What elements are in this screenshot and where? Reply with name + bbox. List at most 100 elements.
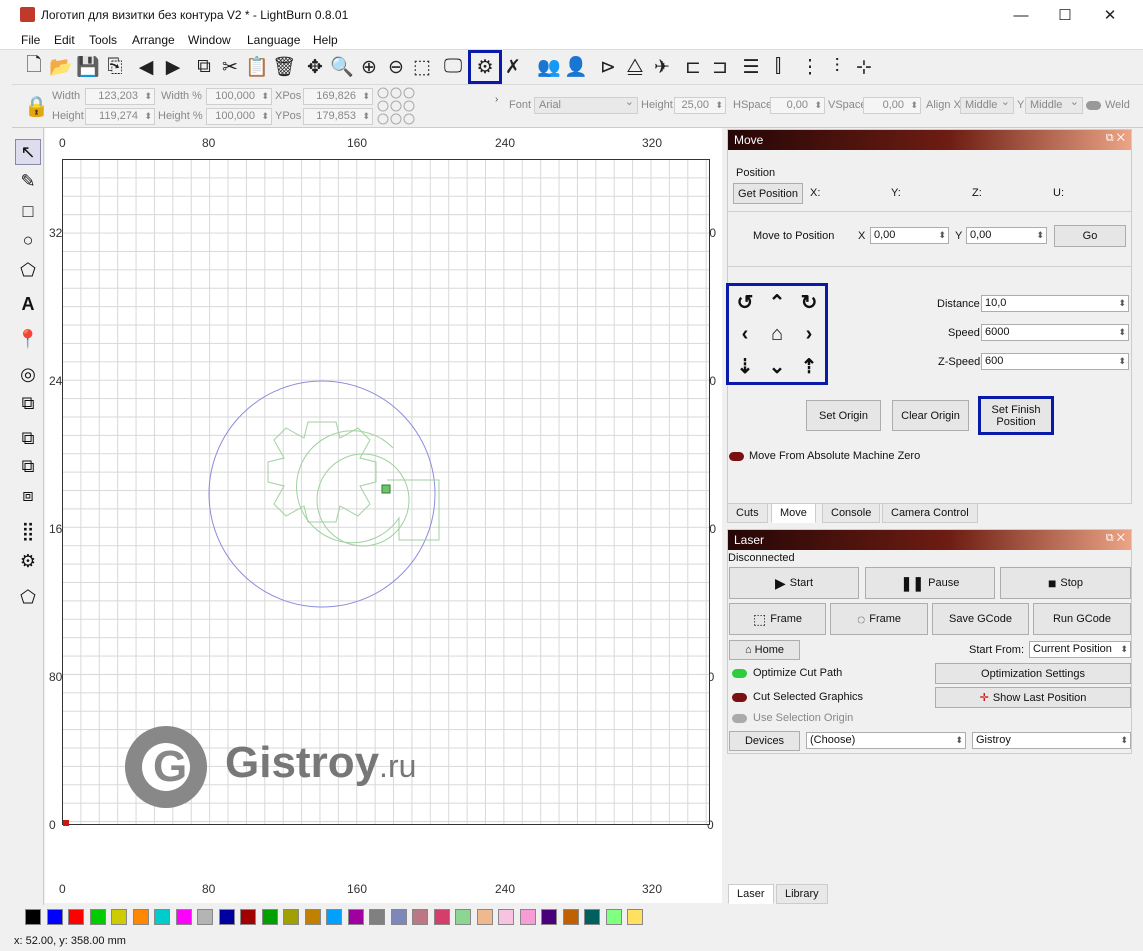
mirror-icon[interactable]: ⧋: [622, 54, 648, 80]
palette-swatch[interactable]: [154, 909, 170, 925]
speed-field[interactable]: 6000: [981, 324, 1129, 341]
lock-icon[interactable]: 🔒: [24, 94, 49, 119]
send-icon[interactable]: ✈: [649, 54, 675, 80]
menu-arrange[interactable]: Arrange: [132, 33, 175, 47]
workspace[interactable]: 0 80 160 240 320 0 80 160 240 320 320 24…: [45, 128, 722, 903]
abs-zero-toggle[interactable]: [729, 452, 744, 461]
machine-settings-icon[interactable]: ✗: [500, 54, 526, 80]
distribute-space-icon[interactable]: ⊹: [851, 54, 877, 80]
copy-icon[interactable]: ⧉: [191, 54, 217, 80]
design-canvas[interactable]: G Gistroy.ru: [62, 159, 710, 826]
distribute-v-icon[interactable]: ⫶: [824, 54, 850, 80]
rotate-cw-icon[interactable]: ↻: [794, 287, 824, 317]
palette-swatch[interactable]: [175, 909, 192, 925]
palette-swatch[interactable]: [218, 909, 235, 925]
frame-selection-icon[interactable]: ⬚: [409, 54, 435, 80]
palette-swatch[interactable]: [519, 909, 536, 925]
jog-right-icon[interactable]: ›: [794, 319, 824, 349]
weld-shapes-icon[interactable]: ⧈: [15, 482, 41, 508]
ungroup-icon[interactable]: 👤: [563, 54, 589, 80]
set-origin-button[interactable]: Set Origin: [806, 400, 881, 431]
menu-tools[interactable]: Tools: [89, 33, 117, 47]
home-button[interactable]: ⌂ Home: [729, 640, 800, 660]
palette-swatch[interactable]: [584, 909, 600, 925]
palette-swatch[interactable]: [261, 909, 278, 925]
boolean-intersect-icon[interactable]: ⧉: [15, 453, 41, 479]
flip-horizontal-icon[interactable]: ⊳: [595, 54, 621, 80]
more-arrow-icon[interactable]: ›: [495, 94, 498, 105]
anchor-point-selector[interactable]: [376, 87, 418, 127]
show-last-position-button[interactable]: ✛ Show Last Position: [935, 687, 1131, 708]
device-settings-icon[interactable]: ⚙: [468, 50, 502, 84]
paste-icon[interactable]: 📋: [244, 54, 270, 80]
close-button[interactable]: ✕: [1087, 0, 1133, 30]
move-tool-icon[interactable]: ✥: [302, 54, 328, 80]
palette-swatch[interactable]: [283, 909, 299, 925]
ellipse-tool-icon[interactable]: ○: [15, 227, 41, 253]
minimize-button[interactable]: —: [998, 0, 1044, 30]
menu-help[interactable]: Help: [313, 33, 338, 47]
jog-down-icon[interactable]: ⌄: [762, 351, 792, 381]
palette-swatch[interactable]: [326, 909, 342, 925]
rectangle-tool-icon[interactable]: □: [15, 198, 41, 224]
run-gcode-button[interactable]: Run GCode: [1033, 603, 1131, 635]
z-speed-field[interactable]: 600: [981, 353, 1129, 370]
align-y-select[interactable]: Middle: [1025, 95, 1083, 114]
polygon-tool-icon[interactable]: ⬠: [15, 257, 41, 283]
align-middle-icon[interactable]: ⫿: [765, 54, 791, 80]
align-center-icon[interactable]: ⊐: [707, 54, 733, 80]
palette-swatch[interactable]: [111, 909, 127, 925]
go-button[interactable]: Go: [1054, 225, 1126, 247]
clear-origin-button[interactable]: Clear Origin: [892, 400, 969, 431]
tab-laser[interactable]: Laser: [728, 884, 774, 904]
width-field[interactable]: 123,203: [85, 88, 155, 105]
cut-selected-toggle[interactable]: [732, 693, 747, 702]
panel-float-close-icon[interactable]: ⧉ ✕: [1106, 132, 1125, 145]
palette-swatch[interactable]: [304, 909, 321, 925]
palette-swatch[interactable]: [197, 909, 213, 925]
grid-array-icon[interactable]: ⣿: [15, 518, 41, 544]
align-left-icon[interactable]: ⊏: [680, 54, 706, 80]
menu-file[interactable]: File: [21, 33, 40, 47]
palette-swatch[interactable]: [46, 909, 63, 925]
menu-language[interactable]: Language: [247, 33, 300, 47]
palette-swatch[interactable]: [132, 909, 149, 925]
offset-icon[interactable]: ◎: [15, 361, 41, 387]
jog-left-icon[interactable]: ‹: [730, 319, 760, 349]
maximize-button[interactable]: ☐: [1042, 0, 1088, 30]
tab-cuts[interactable]: Cuts: [727, 503, 768, 523]
distance-field[interactable]: 10,0: [981, 295, 1129, 312]
devices-button[interactable]: Devices: [729, 731, 800, 751]
height-field[interactable]: 119,274: [85, 108, 155, 125]
align-x-select[interactable]: Middle: [960, 95, 1014, 114]
palette-swatch[interactable]: [89, 909, 106, 925]
palette-swatch[interactable]: [369, 909, 385, 925]
boolean-subtract-icon[interactable]: ⧉: [15, 425, 41, 451]
font-select[interactable]: Arial: [534, 95, 638, 114]
pencil-tool-icon[interactable]: ✎: [15, 168, 41, 194]
tab-console[interactable]: Console: [822, 503, 881, 523]
move-y-field[interactable]: 0,00: [966, 227, 1047, 244]
menu-edit[interactable]: Edit: [54, 33, 75, 47]
select-tool-icon[interactable]: ↖: [15, 139, 41, 165]
palette-swatch[interactable]: [347, 909, 364, 925]
hspace-field[interactable]: 0,00: [770, 97, 825, 114]
delete-icon[interactable]: 🗑: [271, 54, 297, 80]
node-edit-icon[interactable]: ⬠: [15, 584, 41, 610]
xpos-field[interactable]: 169,826: [303, 88, 373, 105]
tab-move[interactable]: Move: [771, 503, 816, 523]
distribute-h-icon[interactable]: ⋮: [797, 54, 823, 80]
vspace-field[interactable]: 0,00: [863, 97, 921, 114]
zoom-fit-icon[interactable]: 🔍: [329, 54, 355, 80]
palette-swatch[interactable]: [541, 909, 557, 925]
frame-rect-button[interactable]: ⬚ Frame: [729, 603, 826, 635]
palette-swatch[interactable]: [605, 909, 622, 925]
start-button[interactable]: ▶ Start: [729, 567, 859, 599]
boolean-union-icon[interactable]: ⧉: [15, 390, 41, 416]
export-icon[interactable]: ⎘: [102, 54, 128, 80]
palette-swatch[interactable]: [455, 909, 471, 925]
palette-swatch[interactable]: [390, 909, 407, 925]
get-position-button[interactable]: Get Position: [733, 183, 803, 204]
home-icon[interactable]: ⌂: [762, 319, 792, 349]
monitor-icon[interactable]: 🖵: [440, 54, 466, 80]
